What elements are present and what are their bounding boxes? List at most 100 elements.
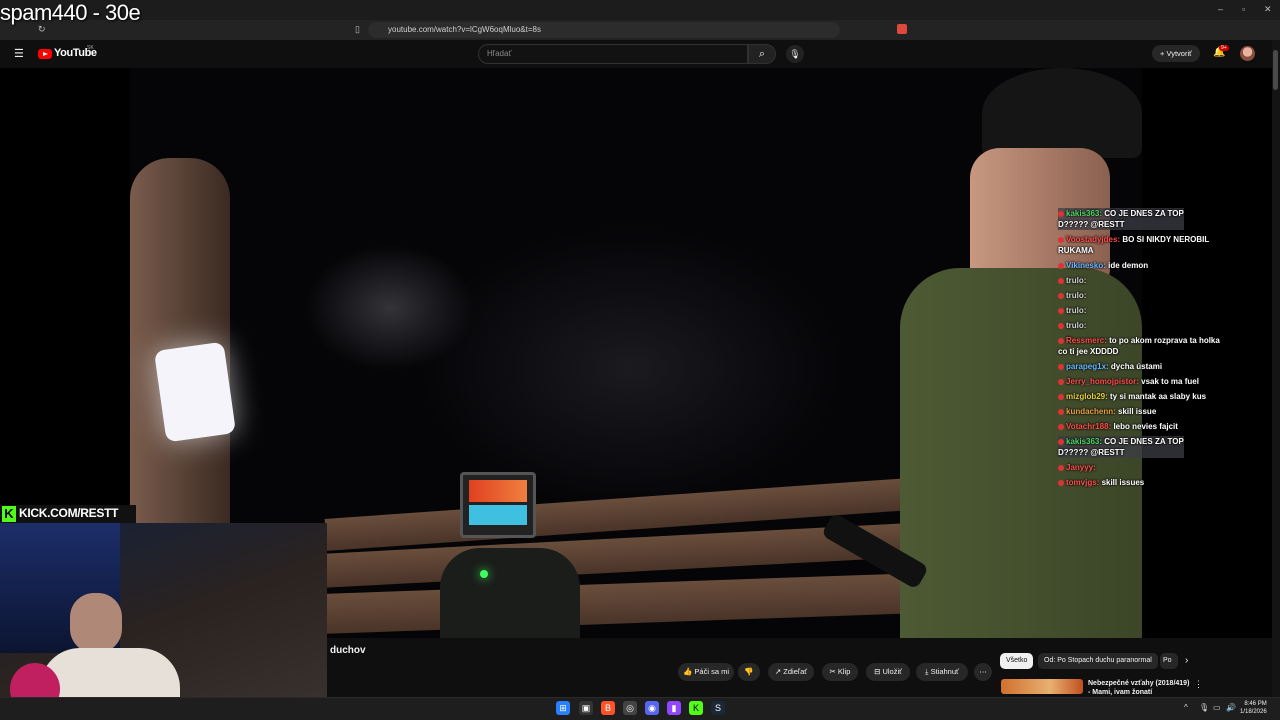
chat-badge-icon [1058, 438, 1064, 445]
chat-username: Jerry_homojpistor: [1066, 377, 1142, 386]
windows-taskbar [0, 697, 1280, 720]
chat-message: tomvjgs: skill issues [1058, 477, 1144, 488]
chat-badge-icon [1058, 236, 1064, 243]
task-view-icon[interactable]: ▣ [579, 701, 593, 715]
create-button[interactable]: + Vytvoriť [1152, 45, 1200, 62]
close-icon[interactable]: ✕ [1264, 4, 1272, 15]
chat-message: trulo: [1058, 320, 1086, 331]
kick-app-icon[interactable]: K [689, 701, 703, 715]
chevron-right-icon[interactable]: › [1185, 655, 1188, 666]
chat-message: trulo: [1058, 290, 1086, 301]
chat-text-continued: D????? @RESTT [1058, 448, 1125, 457]
chip-more[interactable]: Po [1160, 653, 1178, 669]
youtube-logo-icon[interactable] [38, 49, 52, 59]
network-icon[interactable]: ▭ [1213, 703, 1221, 712]
chat-text: skill issue [1118, 407, 1157, 416]
chat-message: Vikinesko: ide demon [1058, 260, 1148, 271]
download-button[interactable]: ⤓ Stiahnuť [916, 663, 968, 681]
chat-message: Ressmerc: to po akom rozprava ta holka co… [1058, 335, 1220, 357]
clip-button[interactable]: ✂ Klip [822, 663, 858, 681]
menu-icon[interactable]: ☰ [14, 47, 24, 60]
microphone-tray-icon[interactable]: 🎙 [1199, 703, 1209, 712]
bookmark-icon[interactable]: ▯ [355, 24, 360, 35]
streamer-webcam [0, 523, 327, 720]
chat-badge-icon [1058, 363, 1064, 370]
chat-message: Janyyy: [1058, 462, 1096, 473]
scrollbar[interactable] [1272, 40, 1280, 697]
start-icon[interactable]: ⊞ [556, 701, 570, 715]
browser-tab-strip [0, 0, 1280, 20]
download-label: Stiahnuť [930, 667, 959, 676]
recommended-thumbnail[interactable] [1001, 679, 1083, 694]
avatar[interactable] [1240, 46, 1255, 61]
create-label: Vytvoriť [1166, 49, 1192, 58]
like-button[interactable]: 👍 Páči sa mi [678, 663, 734, 681]
chat-badge-icon [1058, 210, 1064, 217]
chat-username: Ressmerc: [1066, 336, 1110, 345]
discord-icon[interactable]: ◉ [645, 701, 659, 715]
green-light [480, 570, 488, 578]
tray-chevron-icon[interactable]: ^ [1184, 703, 1188, 712]
app-icon[interactable]: ◎ [623, 701, 637, 715]
chat-badge-icon [1058, 262, 1064, 269]
brave-shield-icon[interactable] [897, 24, 907, 34]
like-label: Páči sa mi [694, 667, 730, 676]
chat-badge-icon [1058, 408, 1064, 415]
steam-icon[interactable]: S [711, 701, 725, 715]
more-actions-button[interactable]: ⋯ [974, 663, 992, 681]
video-title: duchov [330, 645, 366, 656]
chat-username: parapeg1x: [1066, 362, 1111, 371]
chat-message: mizglob29: ty si mantak aa slaby kus [1058, 391, 1206, 402]
device-screen-bottom [469, 505, 527, 525]
chat-badge-icon [1058, 378, 1064, 385]
chat-username: kakis363: [1066, 437, 1105, 446]
more-icon: ⋯ [979, 667, 987, 676]
brave-icon[interactable]: B [601, 701, 615, 715]
chat-text: ide demon [1108, 261, 1149, 270]
beanie [982, 68, 1142, 158]
dislike-button[interactable]: 👎 [738, 663, 760, 681]
chat-text: skill issues [1101, 478, 1145, 487]
twitch-icon[interactable]: ▮ [667, 701, 681, 715]
chip-all[interactable]: Všetko [1000, 653, 1034, 669]
backpack [440, 548, 580, 638]
chat-username: Votachr188: [1066, 422, 1114, 431]
chat-badge-icon [1058, 307, 1064, 314]
chat-text: ty si mantak aa slaby kus [1110, 392, 1207, 401]
recommended-title[interactable]: Nebezpečné vzťahy (2018/419) - Mami, iva… [1088, 679, 1189, 697]
chat-text: vsak to ma fuel [1141, 377, 1199, 386]
chat-text: CO JE DNES ZA TOP [1104, 209, 1184, 218]
volume-icon[interactable]: 🔊 [1226, 703, 1236, 712]
recommended-title-line1: Nebezpečné vzťahy (2018/419) [1088, 680, 1190, 687]
voice-search-button[interactable]: 🎙 [786, 45, 804, 63]
chat-username: trulo: [1066, 306, 1087, 315]
chip-channel[interactable]: Od: Po Stopach duchu paranormal [1038, 653, 1158, 669]
share-button[interactable]: ↗ Zdieľať [768, 663, 814, 681]
chat-badge-icon [1058, 423, 1064, 430]
save-button[interactable]: ⊟ Uložiť [866, 663, 910, 681]
chat-badge-icon [1058, 464, 1064, 471]
chat-text: BO SI NIKDY NEROBIL [1122, 235, 1210, 244]
search-input[interactable]: Hľadať [478, 44, 748, 64]
ghost-detector-device [460, 472, 536, 538]
phone-screen-glow [153, 341, 237, 443]
share-label: Zdieľať [783, 667, 808, 676]
minimize-icon[interactable]: – [1218, 4, 1223, 14]
address-bar[interactable]: youtube.com/watch?v=lCgW6oqMluo&t=8s [368, 22, 840, 38]
streamer-face [70, 593, 122, 653]
chat-message: Voostadyjdes: BO SI NIKDY NEROBIL RUKAMA [1058, 234, 1209, 256]
chat-text-continued: co ti jee XDDDD [1058, 347, 1119, 356]
search-button[interactable]: ⌕ [748, 44, 776, 64]
scrollbar-thumb[interactable] [1273, 50, 1278, 90]
kebab-menu-icon[interactable]: ⋮ [1194, 679, 1203, 690]
system-clock[interactable]: 8:46 PM 1/18/2026 [1240, 700, 1267, 716]
thumbs-down-icon: 👎 [744, 667, 754, 676]
chat-text: CO JE DNES ZA TOP [1104, 437, 1184, 446]
maximize-icon[interactable]: ▫ [1242, 4, 1245, 14]
chat-badge-icon [1058, 322, 1064, 329]
chat-username: trulo: [1066, 321, 1087, 330]
chat-message: kakis363: CO JE DNES ZA TOP D????? @RESTT [1058, 208, 1184, 230]
chat-badge-icon [1058, 479, 1064, 486]
chat-badge-icon [1058, 393, 1064, 400]
clip-label: Klip [837, 667, 851, 676]
